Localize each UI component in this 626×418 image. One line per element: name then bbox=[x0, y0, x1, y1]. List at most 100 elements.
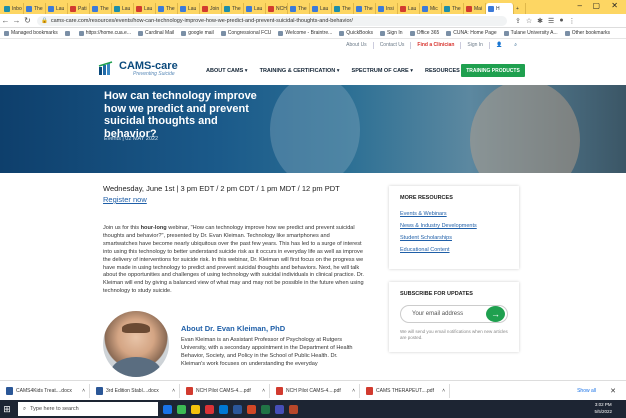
chevron-up-icon[interactable]: ˄ bbox=[442, 388, 445, 394]
browser-tab[interactable]: Lau bbox=[134, 3, 156, 14]
bookmark-item[interactable]: Other bookmarks bbox=[564, 30, 610, 36]
search-icon[interactable]: ⌕ bbox=[508, 42, 523, 49]
bookmark-item[interactable]: Welcome - Braintre... bbox=[278, 30, 332, 36]
minimize-icon[interactable]: – bbox=[578, 1, 582, 10]
outlook-icon[interactable] bbox=[219, 404, 228, 414]
windows-start-icon[interactable]: ⊞ bbox=[0, 400, 14, 418]
excel-icon[interactable] bbox=[261, 404, 270, 414]
share-icon[interactable]: ⇪ bbox=[515, 17, 521, 25]
browser-tab-label: Mic bbox=[430, 5, 438, 12]
subscribe-arrow-button[interactable]: → bbox=[486, 306, 505, 322]
browser-tab[interactable]: Mai bbox=[464, 3, 486, 14]
show-all-link[interactable]: Show all bbox=[577, 388, 596, 394]
bookmark-item[interactable]: Sign In bbox=[379, 30, 403, 36]
bookmark-item[interactable]: Congressional FCU bbox=[220, 30, 271, 36]
events-webinars-link[interactable]: Events & Webinars bbox=[400, 211, 447, 217]
bookmark-item[interactable]: google mail bbox=[181, 30, 214, 36]
extensions-icon[interactable]: ✱ bbox=[537, 17, 543, 25]
browser-tab[interactable]: H bbox=[486, 3, 514, 14]
student-scholarships-link[interactable]: Student Scholarships bbox=[400, 235, 452, 241]
sign-in-link[interactable]: Sign In bbox=[461, 42, 490, 49]
task-view-icon[interactable] bbox=[163, 404, 172, 414]
teams-icon[interactable] bbox=[275, 404, 284, 414]
bookmark-item[interactable]: QuickBooks bbox=[339, 30, 373, 36]
url-field[interactable]: 🔒 cams-care.com/resources/events/how-can… bbox=[37, 15, 507, 26]
taskbar-search-field[interactable]: ⌕ Type here to search bbox=[18, 402, 158, 416]
profile-avatar[interactable]: ● bbox=[559, 17, 563, 25]
training-products-button[interactable]: TRAINING PRODUCTS bbox=[461, 64, 525, 77]
browser-tab[interactable]: NCH bbox=[266, 3, 288, 14]
news-industry-link[interactable]: News & Industry Developments bbox=[400, 223, 477, 229]
bookmark-item[interactable]: CUNA: Home Page bbox=[446, 30, 497, 36]
site-logo[interactable]: CAMS-care Preventing Suicide bbox=[98, 61, 178, 77]
maximize-icon[interactable]: ▢ bbox=[592, 1, 600, 10]
utility-nav: About Us Contact Us Find a Clinician Sig… bbox=[340, 42, 523, 49]
register-link[interactable]: Register now bbox=[103, 195, 147, 204]
browser-tab[interactable]: Insi bbox=[376, 3, 398, 14]
page-icon bbox=[422, 5, 428, 12]
browser-tab[interactable]: The bbox=[288, 3, 310, 14]
browser-tab[interactable]: Inbo bbox=[2, 3, 24, 14]
reload-icon[interactable]: ↻ bbox=[22, 16, 33, 25]
download-item[interactable]: NCH Pilot CAMS-4....pdf ˄ bbox=[180, 383, 270, 398]
bookmark-item[interactable]: Managed bookmarks bbox=[4, 30, 58, 36]
bookmark-item[interactable]: Office 365 bbox=[409, 30, 439, 36]
browser-tab[interactable]: The bbox=[156, 3, 178, 14]
close-window-icon[interactable]: ✕ bbox=[611, 1, 618, 10]
reading-list-icon[interactable]: ☰ bbox=[548, 17, 554, 25]
nav-training-certification[interactable]: TRAINING & CERTIFICATION ▾ bbox=[260, 68, 340, 74]
forward-icon[interactable]: → bbox=[11, 16, 22, 25]
educational-content-link[interactable]: Educational Content bbox=[400, 247, 450, 253]
new-tab-button[interactable]: + bbox=[514, 3, 526, 14]
browser-tab[interactable]: The bbox=[442, 3, 464, 14]
contact-us-link[interactable]: Contact Us bbox=[374, 42, 412, 49]
back-icon[interactable]: ← bbox=[0, 16, 11, 25]
word-icon[interactable] bbox=[233, 404, 242, 414]
nav-resources[interactable]: RESOURCES ▾ bbox=[425, 68, 464, 74]
nav-about-cams[interactable]: ABOUT CAMS ▾ bbox=[206, 68, 248, 74]
bookmark-item[interactable]: Tulane University A... bbox=[503, 30, 558, 36]
browser-tab[interactable]: Pati bbox=[68, 3, 90, 14]
browser-tab[interactable]: Join bbox=[200, 3, 222, 14]
user-icon[interactable]: 👤 bbox=[490, 42, 508, 49]
browser-tab[interactable]: The bbox=[24, 3, 46, 14]
browser-tab[interactable]: The bbox=[354, 3, 376, 14]
bookmark-item[interactable]: https://home.cua.e... bbox=[78, 30, 131, 36]
browser-tab[interactable]: Lau bbox=[244, 3, 266, 14]
browser-tab[interactable]: Lau bbox=[112, 3, 134, 14]
app-icon[interactable] bbox=[205, 404, 214, 414]
nav-spectrum-of-care[interactable]: SPECTRUM OF CARE ▾ bbox=[352, 68, 413, 74]
chevron-up-icon[interactable]: ˄ bbox=[82, 388, 85, 394]
system-clock[interactable]: 3:02 PM 5/5/2022 bbox=[594, 402, 612, 415]
browser-tab[interactable]: Lau bbox=[178, 3, 200, 14]
browser-tab[interactable]: Lau bbox=[398, 3, 420, 14]
download-filename: CAMS THERAPEUT....pdf bbox=[376, 387, 434, 394]
chevron-up-icon[interactable]: ˄ bbox=[262, 388, 265, 394]
browser-tab[interactable]: Lau bbox=[310, 3, 332, 14]
browser-tab[interactable]: The bbox=[222, 3, 244, 14]
chevron-up-icon[interactable]: ˄ bbox=[172, 388, 175, 394]
browser-tab-label: The bbox=[166, 5, 175, 12]
chevron-up-icon[interactable]: ˄ bbox=[352, 388, 355, 394]
download-item[interactable]: 3rd Edition Stabl....docx ˄ bbox=[90, 383, 180, 398]
powerpoint-icon[interactable] bbox=[247, 404, 256, 414]
download-item[interactable]: NCH Pilot CAMS-4....pdf ˄ bbox=[270, 383, 360, 398]
download-item[interactable]: CAMS4Kids Treat....docx ˄ bbox=[0, 383, 90, 398]
about-us-link[interactable]: About Us bbox=[340, 42, 374, 49]
browser-tab[interactable]: The bbox=[90, 3, 112, 14]
menu-icon[interactable]: ⋮ bbox=[569, 17, 576, 25]
close-downloads-icon[interactable]: ✕ bbox=[610, 387, 616, 395]
browser-tab[interactable]: The bbox=[332, 3, 354, 14]
file-explorer-icon[interactable] bbox=[191, 404, 200, 414]
download-item[interactable]: CAMS THERAPEUT....pdf ˄ bbox=[360, 383, 450, 398]
bookmark-item[interactable]: Cardinal Mail bbox=[138, 30, 174, 36]
bookmark-item[interactable] bbox=[64, 30, 72, 36]
star-icon[interactable]: ☆ bbox=[526, 17, 532, 25]
acrobat-icon[interactable] bbox=[289, 404, 298, 414]
bookmark-icon bbox=[409, 30, 415, 36]
find-clinician-link[interactable]: Find a Clinician bbox=[411, 42, 462, 49]
browser-tab[interactable]: Lau bbox=[46, 3, 68, 14]
browser-tab-label: Pati bbox=[78, 5, 87, 12]
browser-tab[interactable]: Mic bbox=[420, 3, 442, 14]
chrome-icon[interactable] bbox=[177, 404, 186, 414]
